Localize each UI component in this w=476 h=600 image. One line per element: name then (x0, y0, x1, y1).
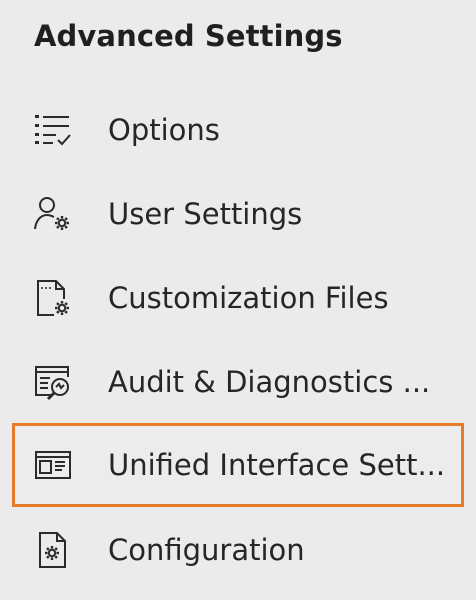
file-gear-icon (32, 277, 74, 319)
menu-item-label: User Settings (108, 197, 303, 231)
unified-interface-icon (32, 444, 74, 486)
menu-item-audit-diagnostics[interactable]: Audit & Diagnostics ... (12, 340, 464, 424)
menu-item-label: Unified Interface Sett... (108, 448, 446, 482)
menu-item-user-settings[interactable]: User Settings (12, 172, 464, 256)
advanced-settings-panel: Advanced Settings Options User Settings … (0, 0, 476, 600)
menu-item-label: Options (108, 113, 220, 147)
menu-item-label: Audit & Diagnostics ... (108, 365, 431, 399)
audit-diagnostics-icon (32, 361, 74, 403)
menu-item-options[interactable]: Options (12, 88, 464, 172)
menu-item-label: Configuration (108, 533, 305, 567)
menu-item-label: Customization Files (108, 281, 389, 315)
menu-item-customization-files[interactable]: Customization Files (12, 256, 464, 340)
menu-item-configuration[interactable]: Configuration (12, 508, 464, 592)
menu-item-unified-interface-settings[interactable]: Unified Interface Sett... (12, 423, 464, 507)
settings-menu: Options User Settings Customization File… (0, 0, 476, 600)
config-file-gear-icon (32, 529, 74, 571)
checklist-icon (32, 109, 74, 151)
user-gear-icon (32, 193, 74, 235)
